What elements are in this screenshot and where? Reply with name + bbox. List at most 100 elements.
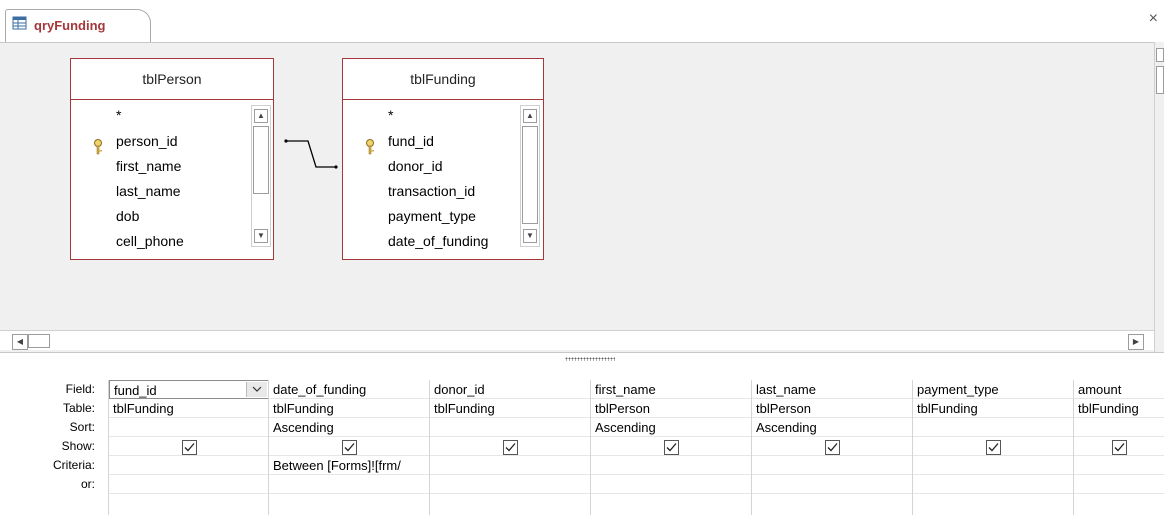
grid-cell-text: first_name [595, 382, 656, 397]
scroll-down-arrow[interactable]: ▼ [523, 229, 537, 243]
chevron-down-icon[interactable] [246, 382, 267, 397]
field-payment-type[interactable]: payment_type [388, 208, 476, 224]
grid-cell-show[interactable] [591, 437, 752, 456]
grid-column: fund_id tblFunding [108, 380, 269, 515]
row-label-field: Field: [65, 382, 95, 396]
grid-cell-text: tblFunding [1078, 401, 1139, 416]
close-icon[interactable]: × [1149, 10, 1158, 28]
field-asterisk[interactable]: * [116, 107, 121, 123]
grid-cell-text: tblFunding [917, 401, 978, 416]
splitter-grip-icon[interactable] [565, 357, 615, 361]
grid-cell-criteria[interactable] [913, 456, 1074, 475]
row-label-sort: Sort: [69, 420, 95, 434]
grid-cell-show[interactable] [109, 437, 269, 456]
scroll-thumb[interactable] [1156, 66, 1164, 94]
grid-cell-show[interactable] [269, 437, 430, 456]
grid-cell-sort[interactable] [430, 418, 591, 437]
field-cell-phone[interactable]: cell_phone [116, 233, 184, 249]
scroll-thumb[interactable] [28, 334, 50, 348]
table-field-scrollbar[interactable]: ▲ ▼ [251, 105, 271, 247]
grid-column: amount tblFunding [1073, 380, 1164, 515]
show-checkbox[interactable] [664, 440, 679, 455]
grid-cell-text: Ascending [756, 420, 817, 435]
grid-cell-sort[interactable]: Ascending [591, 418, 752, 437]
grid-cell-sort[interactable]: Ascending [269, 418, 430, 437]
grid-cell-or[interactable] [430, 475, 591, 494]
grid-cell-criteria[interactable] [430, 456, 591, 475]
scroll-left-arrow[interactable]: ◀ [12, 334, 28, 350]
field-date-of-funding[interactable]: date_of_funding [388, 233, 488, 249]
pane-splitter[interactable] [0, 352, 1164, 368]
design-pane-vertical-scrollbar[interactable] [1154, 42, 1164, 352]
field-dob[interactable]: dob [116, 208, 139, 224]
grid-cell-field[interactable]: amount [1074, 380, 1164, 399]
show-checkbox[interactable] [986, 440, 1001, 455]
show-checkbox[interactable] [182, 440, 197, 455]
scroll-thumb[interactable] [522, 126, 538, 224]
grid-cell-or[interactable] [109, 475, 269, 494]
table-field-scrollbar[interactable]: ▲ ▼ [520, 105, 540, 247]
scroll-up-arrow[interactable] [1156, 48, 1164, 62]
grid-cell-field[interactable]: last_name [752, 380, 913, 399]
scroll-thumb[interactable] [253, 126, 269, 194]
table-box-tblfunding[interactable]: tblFunding * fund_id donor_id transactio… [342, 58, 544, 260]
grid-cell-sort[interactable] [913, 418, 1074, 437]
field-person-id[interactable]: person_id [116, 133, 178, 149]
grid-cell-table[interactable]: tblPerson [591, 399, 752, 418]
grid-cell-or[interactable] [591, 475, 752, 494]
grid-cell-criteria[interactable]: Between [Forms]![frm/ [269, 456, 430, 475]
field-last-name[interactable]: last_name [116, 183, 181, 199]
grid-cell-criteria[interactable] [752, 456, 913, 475]
table-box-tblperson[interactable]: tblPerson * person_id first_name last_na… [70, 58, 274, 260]
grid-cell-or[interactable] [752, 475, 913, 494]
grid-cell-field[interactable]: fund_id [109, 380, 269, 399]
tab-title: qryFunding [34, 18, 106, 33]
show-checkbox[interactable] [342, 440, 357, 455]
show-checkbox[interactable] [825, 440, 840, 455]
grid-cell-criteria[interactable] [1074, 456, 1164, 475]
grid-cell-show[interactable] [1074, 437, 1164, 456]
row-label-or: or: [80, 477, 95, 491]
scroll-down-arrow[interactable]: ▼ [254, 229, 268, 243]
show-checkbox[interactable] [503, 440, 518, 455]
field-donor-id[interactable]: donor_id [388, 158, 443, 174]
design-pane-horizontal-scrollbar[interactable]: ◀ ▶ [0, 330, 1154, 350]
field-transaction-id[interactable]: transaction_id [388, 183, 475, 199]
grid-cell-sort[interactable] [1074, 418, 1164, 437]
grid-cell-or[interactable] [269, 475, 430, 494]
scroll-up-arrow[interactable]: ▲ [523, 109, 537, 123]
grid-cell-table[interactable]: tblFunding [913, 399, 1074, 418]
grid-cell-show[interactable] [913, 437, 1074, 456]
grid-column: payment_type tblFunding [912, 380, 1074, 515]
grid-cell-text: date_of_funding [273, 382, 367, 397]
show-checkbox[interactable] [1112, 440, 1127, 455]
grid-cell-or[interactable] [1074, 475, 1164, 494]
field-asterisk[interactable]: * [388, 107, 393, 123]
grid-cell-criteria[interactable] [109, 456, 269, 475]
divider [343, 99, 543, 100]
grid-cell-field[interactable]: payment_type [913, 380, 1074, 399]
grid-cell-sort[interactable] [109, 418, 269, 437]
grid-cell-text: tblPerson [756, 401, 811, 416]
field-fund-id[interactable]: fund_id [388, 133, 434, 149]
grid-cell-show[interactable] [430, 437, 591, 456]
grid-cell-table[interactable]: tblFunding [269, 399, 430, 418]
scroll-right-arrow[interactable]: ▶ [1128, 334, 1144, 350]
grid-cell-or[interactable] [913, 475, 1074, 494]
grid-cell-table[interactable]: tblFunding [109, 399, 269, 418]
grid-cell-text: tblPerson [595, 401, 650, 416]
scroll-up-arrow[interactable]: ▲ [254, 109, 268, 123]
field-first-name[interactable]: first_name [116, 158, 181, 174]
tab-qryfunding[interactable]: qryFunding [5, 9, 151, 42]
grid-cell-field[interactable]: donor_id [430, 380, 591, 399]
grid-cell-table[interactable]: tblFunding [430, 399, 591, 418]
grid-cell-criteria[interactable] [591, 456, 752, 475]
grid-cell-table[interactable]: tblFunding [1074, 399, 1164, 418]
grid-cell-field[interactable]: date_of_funding [269, 380, 430, 399]
grid-cell-sort[interactable]: Ascending [752, 418, 913, 437]
grid-cell-text: Ascending [273, 420, 334, 435]
join-line[interactable] [278, 136, 344, 176]
grid-cell-table[interactable]: tblPerson [752, 399, 913, 418]
grid-cell-field[interactable]: first_name [591, 380, 752, 399]
grid-cell-show[interactable] [752, 437, 913, 456]
